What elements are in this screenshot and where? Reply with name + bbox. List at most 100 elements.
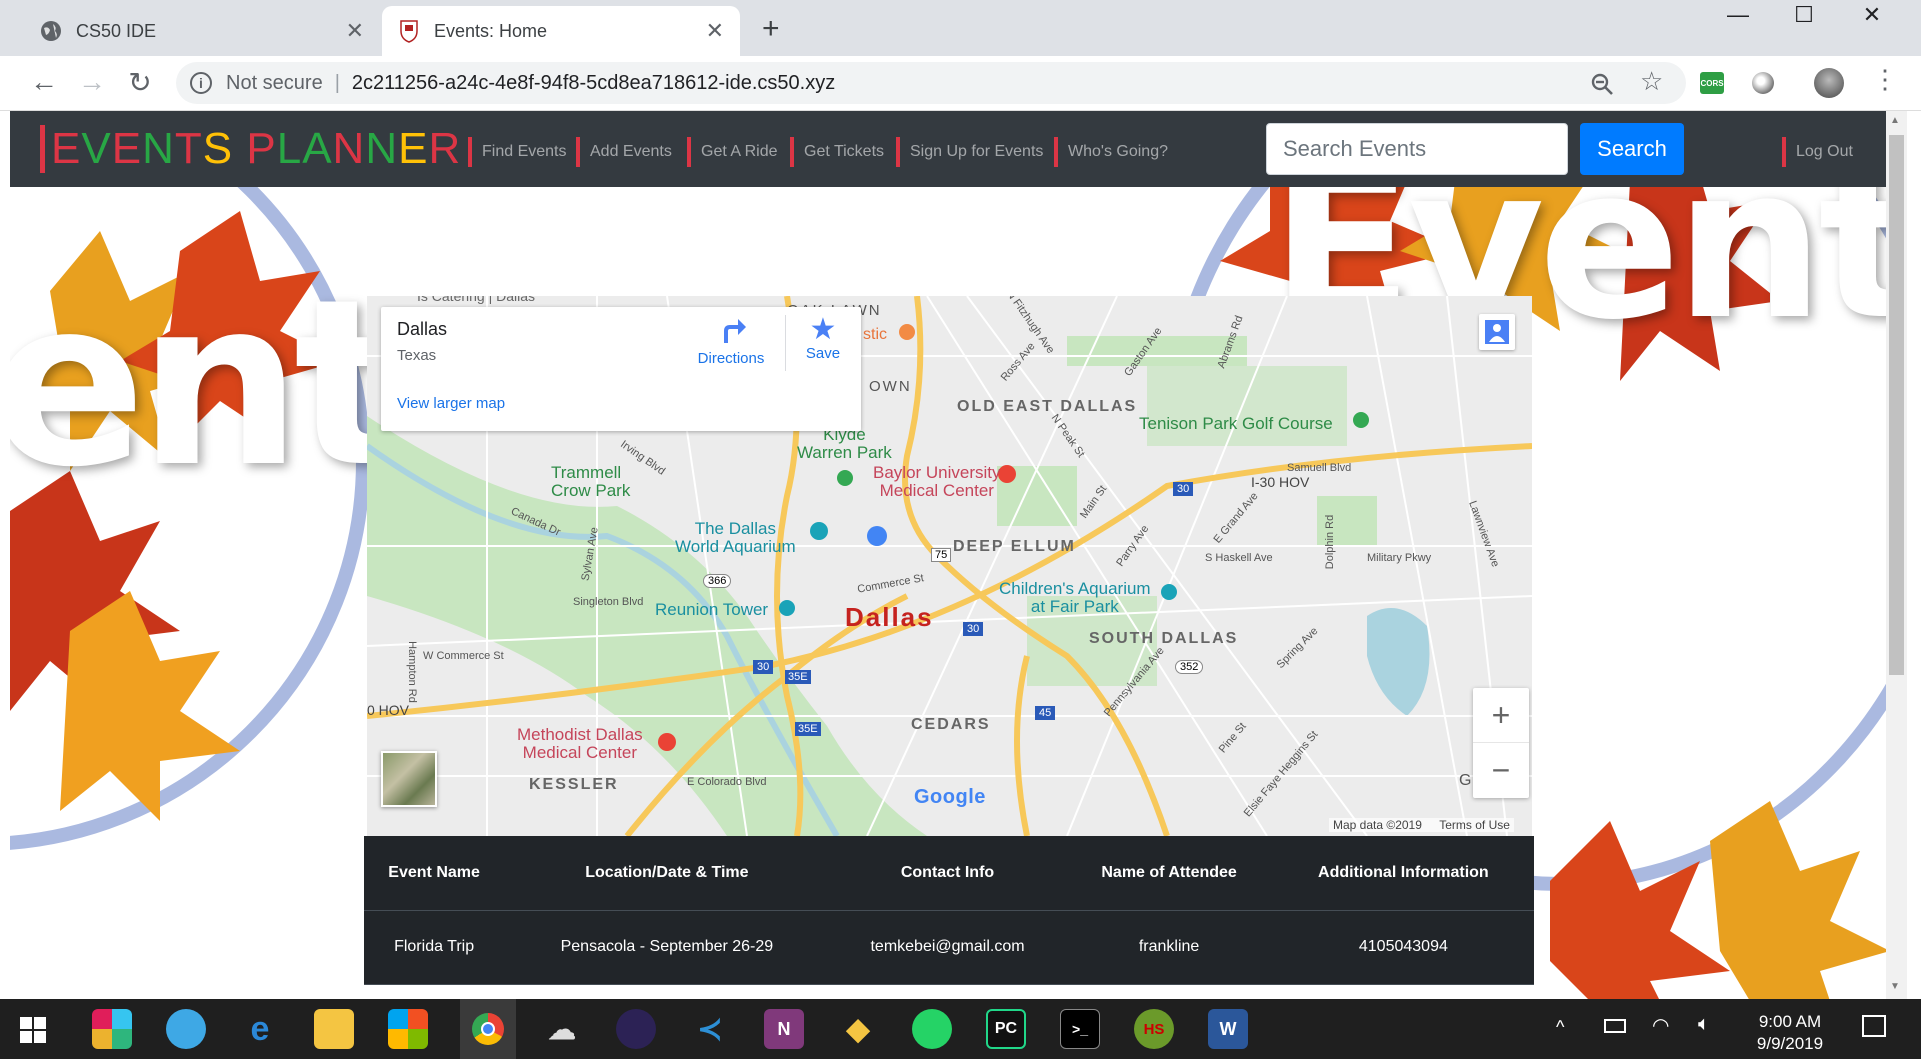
tab-title: Events: Home (434, 20, 548, 41)
event-name-cell: Florida Trip (364, 910, 505, 985)
location-cell: Pensacola - September 26-29 (504, 910, 830, 985)
profile-avatar[interactable] (1814, 68, 1844, 98)
route-45-badge: 45 (1035, 706, 1056, 720)
maximize-button[interactable]: ☐ (1774, 2, 1834, 28)
vscode-icon[interactable]: ≺ (690, 1009, 730, 1049)
route-352-badge: 352 (1175, 660, 1204, 674)
onenote-icon[interactable]: N (764, 1009, 804, 1049)
edge-icon[interactable]: e (240, 1009, 280, 1049)
clock-date: 9/9/2019 (1756, 1034, 1824, 1053)
nav-get-tickets[interactable]: Get Tickets (790, 137, 884, 167)
cors-extension-icon[interactable]: CORS (1700, 72, 1724, 94)
map-label-childrens: Children's Aquarium at Fair Park (999, 579, 1151, 616)
back-icon[interactable]: ← (26, 66, 62, 98)
brand-letter: A (302, 124, 333, 173)
chrome-center-icon (481, 1022, 495, 1036)
zoom-in-button[interactable]: + (1473, 688, 1529, 743)
map-label-cedars: CEDARS (911, 716, 991, 733)
brand-letter: N (142, 124, 175, 173)
teams-icon[interactable] (166, 1009, 206, 1049)
pegman-button[interactable] (1479, 314, 1515, 350)
route-75-badge: 75 (931, 548, 952, 562)
events-table: Event Name Location/Date & Time Contact … (364, 836, 1534, 985)
zoom-icon[interactable] (1590, 72, 1614, 96)
forward-icon[interactable]: → (74, 66, 110, 98)
search-input[interactable] (1266, 123, 1568, 175)
nav-whos-going[interactable]: Who's Going? (1054, 137, 1168, 167)
whatsapp-icon[interactable] (912, 1009, 952, 1049)
map-label-i30-hov: I-30 HOV (1251, 474, 1310, 490)
route-366-badge: 366 (703, 574, 732, 588)
notifications-icon[interactable] (1862, 1015, 1886, 1037)
nav-find-events[interactable]: Find Events (468, 137, 566, 167)
attendee-cell: frankline (1065, 910, 1273, 985)
eclipse-icon[interactable] (616, 1009, 656, 1049)
tab-cs50-ide[interactable]: CS50 IDE ✕ (24, 6, 380, 56)
brand-letter: V (81, 124, 112, 173)
file-explorer-icon[interactable] (314, 1009, 354, 1049)
route-30-badge: 30 (753, 660, 774, 674)
word-icon[interactable]: W (1208, 1009, 1248, 1049)
wifi-icon[interactable]: ◠ (1652, 1013, 1669, 1038)
map-data-attribution: Map data ©2019 Terms of Use (1329, 818, 1514, 832)
map-label-trammell: Trammell Crow Park (551, 463, 631, 500)
brand-logo[interactable]: EVENTS PLANNER (40, 125, 461, 173)
directions-button[interactable]: Directions (693, 315, 769, 367)
save-button[interactable]: ★ Save (793, 315, 853, 363)
search-button[interactable]: Search (1580, 123, 1684, 175)
system-clock[interactable]: 9:00 AM 9/9/2019 (1740, 1011, 1840, 1055)
battery-icon[interactable] (1604, 1019, 1626, 1033)
view-larger-map-link[interactable]: View larger map (397, 395, 505, 412)
scroll-down-icon[interactable]: ▼ (1890, 981, 1900, 992)
close-window-button[interactable]: ✕ (1842, 2, 1902, 28)
place-region: Texas (397, 347, 437, 364)
page-scrollbar[interactable]: ▲ ▼ (1886, 111, 1907, 999)
terminal-icon[interactable]: >_ (1060, 1009, 1100, 1049)
info-icon[interactable]: i (190, 72, 212, 94)
minimize-button[interactable]: — (1708, 2, 1768, 28)
close-tab-icon[interactable]: ✕ (346, 18, 364, 44)
map-label-w-commerce: W Commerce St (423, 650, 504, 662)
map-label-reunion: Reunion Tower (655, 600, 769, 619)
store-icon[interactable] (388, 1009, 428, 1049)
map-label-downtown: OWN (869, 378, 912, 395)
chevron-up-icon[interactable]: ^ (1556, 1017, 1564, 1038)
soundcloud-icon[interactable]: ☁ (542, 1009, 582, 1049)
map-label-aquarium: The Dallas World Aquarium (675, 519, 796, 556)
pycharm-icon[interactable]: PC (986, 1009, 1026, 1049)
close-tab-icon[interactable]: ✕ (706, 18, 724, 44)
map-label-singleton: Singleton Blvd (573, 596, 644, 608)
chrome-taskbar-slot[interactable] (460, 999, 516, 1059)
url-text[interactable]: 2c211256-a24c-4e8f-94f8-5cd8ea718612-ide… (352, 72, 835, 95)
map-edge-label: G (1459, 772, 1472, 789)
bookmark-star-icon[interactable]: ☆ (1640, 66, 1663, 97)
nav-log-out[interactable]: Log Out (1782, 137, 1853, 167)
google-logo: Google (914, 786, 986, 809)
terms-of-use-link[interactable]: Terms of Use (1439, 818, 1510, 832)
kebab-menu-icon[interactable]: ⋮ (1872, 64, 1898, 95)
slack-icon[interactable] (92, 1009, 132, 1049)
contact-cell: temkebei@gmail.com (829, 910, 1066, 985)
extension-icon[interactable] (1752, 72, 1774, 94)
git-kraken-icon[interactable]: ◆ (838, 1009, 878, 1049)
reload-icon[interactable]: ↻ (122, 66, 158, 99)
map-label-baylor: Baylor University Medical Center (873, 463, 1001, 500)
tab-events-home[interactable]: Events: Home ✕ (382, 6, 740, 56)
brand-letter: N (365, 124, 399, 173)
events-favicon-icon (400, 20, 418, 43)
nav-get-a-ride[interactable]: Get A Ride (687, 137, 778, 167)
windows-start-icon[interactable] (20, 1017, 46, 1043)
scrollbar-thumb[interactable] (1889, 135, 1904, 675)
new-tab-button[interactable]: + (762, 12, 780, 46)
zoom-controls: + − (1473, 688, 1529, 798)
volume-icon[interactable]: 🔈︎ (1698, 1013, 1710, 1036)
address-bar[interactable]: i Not secure | 2c211256-a24c-4e8f-94f8-5… (176, 62, 1686, 104)
satellite-toggle[interactable] (381, 751, 437, 807)
hs-icon[interactable]: HS (1134, 1009, 1174, 1049)
nav-sign-up[interactable]: Sign Up for Events (896, 137, 1043, 167)
zoom-out-button[interactable]: − (1473, 743, 1529, 798)
route-35e-badge: 35E (785, 670, 811, 684)
nav-add-events[interactable]: Add Events (576, 137, 672, 167)
scroll-up-icon[interactable]: ▲ (1890, 115, 1900, 126)
card-divider (785, 315, 786, 371)
